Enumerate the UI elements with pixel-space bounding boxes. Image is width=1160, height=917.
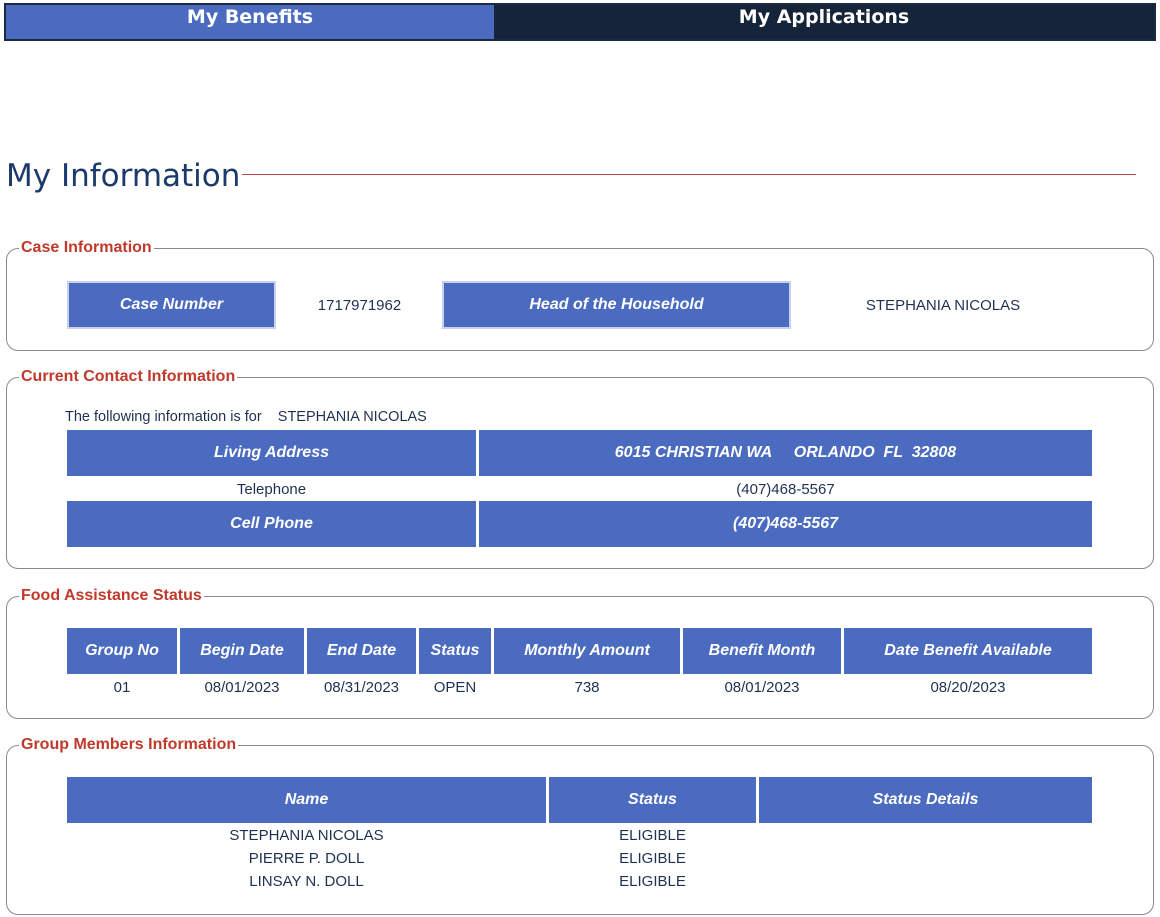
- gm-header-name: Name: [67, 777, 546, 823]
- head-of-household-label: Head of the Household: [442, 281, 791, 329]
- fa-cell-monthly-amount: 738: [574, 678, 600, 696]
- fa-cell-status: OPEN: [433, 678, 477, 696]
- gm-row-2-details: [759, 847, 1092, 870]
- case-number-value: 1717971962: [317, 296, 402, 314]
- cell-phone-value: (407)468-5567: [479, 501, 1092, 547]
- gm-row-2-status: ELIGIBLE: [619, 850, 686, 867]
- case-information-legend: Case Information: [19, 238, 154, 258]
- contact-intro-name: STEPHANIA NICOLAS: [277, 409, 427, 425]
- fa-cell-begin-date: 08/01/2023: [204, 678, 280, 696]
- fa-cell-benefit-month: 08/01/2023: [724, 678, 800, 696]
- fa-cell-date-benefit-available: 08/20/2023: [930, 678, 1006, 696]
- group-members-section: Group Members Information Name Status St…: [6, 735, 1154, 915]
- fa-header-date-benefit-available: Date Benefit Available: [844, 628, 1092, 674]
- fa-header-begin-date: Begin Date: [180, 628, 304, 674]
- living-address-value: 6015 CHRISTIAN WA ORLANDO FL 32808: [479, 430, 1092, 476]
- gm-row-1-details: [759, 824, 1092, 847]
- gm-row-3-status: ELIGIBLE: [619, 873, 686, 890]
- gm-row-2-name: PIERRE P. DOLL: [248, 850, 365, 867]
- telephone-value: (407)468-5567: [736, 480, 835, 498]
- fa-cell-end-date: 08/31/2023: [323, 678, 400, 696]
- gm-row-1-status: ELIGIBLE: [619, 827, 686, 844]
- fa-header-monthly-amount: Monthly Amount: [494, 628, 680, 674]
- telephone-label: Telephone: [236, 480, 307, 498]
- contact-intro-label: The following information is for: [65, 409, 262, 425]
- fa-header-group-no: Group No: [67, 628, 177, 674]
- top-tab-bar: My Benefits My Applications: [4, 3, 1156, 41]
- group-members-legend: Group Members Information: [19, 735, 239, 755]
- gm-header-status-details: Status Details: [759, 777, 1092, 823]
- tab-my-applications[interactable]: My Applications: [494, 5, 1154, 39]
- title-divider: [240, 174, 1136, 175]
- head-of-household-value: STEPHANIA NICOLAS: [865, 296, 1021, 314]
- fa-header-end-date: End Date: [307, 628, 416, 674]
- gm-row-3-name: LINSAY N. DOLL: [249, 873, 364, 890]
- cell-phone-label: Cell Phone: [67, 501, 476, 547]
- food-assistance-section: Food Assistance Status Group No Begin Da…: [6, 586, 1154, 719]
- contact-intro-text: The following information is for STEPHAN…: [65, 409, 427, 425]
- fa-cell-group-no: 01: [113, 678, 131, 696]
- case-number-label: Case Number: [67, 281, 276, 329]
- gm-header-status: Status: [549, 777, 756, 823]
- case-information-section: Case Information Case Number 1717971962 …: [6, 238, 1154, 351]
- gm-row-1-name: STEPHANIA NICOLAS: [229, 827, 384, 844]
- fa-header-status: Status: [419, 628, 491, 674]
- tab-my-benefits[interactable]: My Benefits: [6, 5, 494, 39]
- page-title: My Information: [6, 156, 243, 196]
- contact-information-legend: Current Contact Information: [19, 367, 238, 387]
- gm-row-3-details: [759, 870, 1092, 893]
- contact-information-section: Current Contact Information The followin…: [6, 367, 1154, 569]
- food-assistance-legend: Food Assistance Status: [19, 586, 204, 606]
- living-address-label: Living Address: [67, 430, 476, 476]
- fa-header-benefit-month: Benefit Month: [683, 628, 841, 674]
